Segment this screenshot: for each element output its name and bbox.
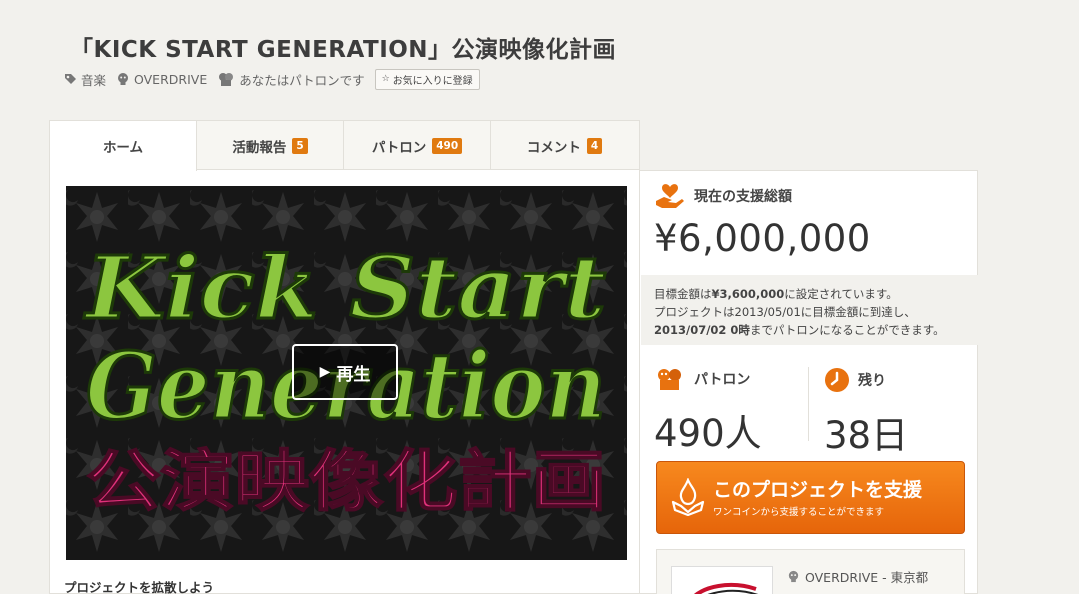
play-button[interactable]: ▶ 再生: [292, 344, 398, 400]
funding-amount: ¥6,000,000: [654, 217, 871, 260]
tab-patrons[interactable]: パトロン 490: [344, 121, 491, 170]
support-hands-icon: [656, 184, 684, 208]
tab-label: ホーム: [102, 140, 144, 156]
patron-status: あなたはパトロンです: [217, 70, 365, 89]
count-badge: 5: [292, 137, 308, 154]
spread-heading: プロジェクトを拡散しよう: [64, 580, 215, 594]
deadline-suffix: までパトロンになることができます。: [749, 323, 945, 337]
remaining-days: 38日: [824, 414, 909, 457]
tab-home[interactable]: ホーム: [50, 121, 197, 171]
count-badge: 4: [586, 137, 603, 154]
reached-text: プロジェクトは2013/05/01に目標金額に到達し、: [654, 305, 916, 319]
owner-label: OVERDRIVE: [134, 71, 208, 87]
video-player[interactable]: Kick Start Generation 公演映像化計画 ▶ 再生: [66, 186, 627, 560]
play-icon: ▶: [319, 364, 331, 380]
owner-logo: [694, 583, 759, 594]
favorite-button[interactable]: ☆ お気に入りに登録: [374, 68, 480, 90]
clock-icon: [825, 368, 849, 392]
support-button-sub: ワンコインから支援することができます: [713, 507, 885, 518]
tab-bar: ホーム 活動報告 5 パトロン 490 コメント 4: [50, 121, 639, 171]
goal-info: 目標金額は¥3,600,000に設定されています。 プロジェクトは2013/05…: [641, 275, 978, 345]
stat-divider: [808, 367, 809, 441]
owner-card: OVERDRIVE - 東京都: [656, 549, 965, 594]
remaining-heading: 残り: [858, 373, 886, 389]
tab-label: コメント: [526, 139, 581, 156]
user-icon: [788, 570, 799, 583]
play-label: 再生: [336, 364, 371, 385]
thumb-line-1: Kick Start: [83, 238, 606, 339]
category-label: 音楽: [81, 72, 107, 88]
support-button-label: このプロジェクトを支援: [713, 479, 923, 501]
patron-status-label: あなたはパトロンです: [239, 72, 365, 88]
funding-sidebar: 現在の支援総額 ¥6,000,000 目標金額は¥3,600,000に設定されて…: [639, 170, 978, 594]
user-icon: [118, 73, 129, 85]
tag-icon: [65, 73, 76, 84]
remaining-days-stat: 残り 38日: [824, 367, 908, 459]
tab-label: 活動報告: [232, 139, 287, 156]
tab-label: パトロン: [371, 139, 427, 156]
funding-heading: 現在の支援総額: [654, 183, 792, 209]
flame-hands-icon: [671, 478, 705, 516]
goal-suffix: に設定されています。: [784, 287, 898, 301]
project-meta: 音楽 OVERDRIVE あなたはパトロンです ☆ お気に入りに登録: [64, 68, 480, 90]
goal-prefix: 目標金額は: [654, 287, 712, 301]
owner-thumbnail[interactable]: [671, 566, 773, 594]
patron-heading: パトロン: [694, 372, 751, 388]
thumb-line-3: 公演映像化計画: [86, 443, 606, 520]
owner-name[interactable]: OVERDRIVE - 東京都: [787, 567, 928, 586]
tab-reports[interactable]: 活動報告 5: [197, 121, 344, 170]
owner-name-label: OVERDRIVE - 東京都: [805, 570, 929, 585]
patron-icon: [219, 73, 234, 86]
tab-comments[interactable]: コメント 4: [491, 121, 638, 170]
star-icon: ☆: [381, 74, 390, 84]
project-main-panel: ホーム 活動報告 5 パトロン 490 コメント 4 Kick Start Ge…: [49, 120, 640, 594]
funding-heading-label: 現在の支援総額: [694, 189, 792, 205]
patron-icon: [658, 369, 681, 390]
owner-link[interactable]: OVERDRIVE: [116, 72, 207, 87]
goal-amount: ¥3,600,000: [711, 287, 785, 301]
patron-count-stat: パトロン 490人: [654, 367, 762, 457]
support-project-button[interactable]: このプロジェクトを支援 ワンコインから支援することができます: [656, 461, 965, 534]
deadline: 2013/07/02 0時: [654, 323, 750, 337]
category-link[interactable]: 音楽: [64, 70, 106, 89]
count-badge: 490: [432, 137, 463, 154]
patron-count: 490人: [654, 412, 762, 455]
project-title: 「KICK START GENERATION」公演映像化計画: [70, 37, 617, 63]
favorite-label: お気に入りに登録: [392, 75, 473, 87]
